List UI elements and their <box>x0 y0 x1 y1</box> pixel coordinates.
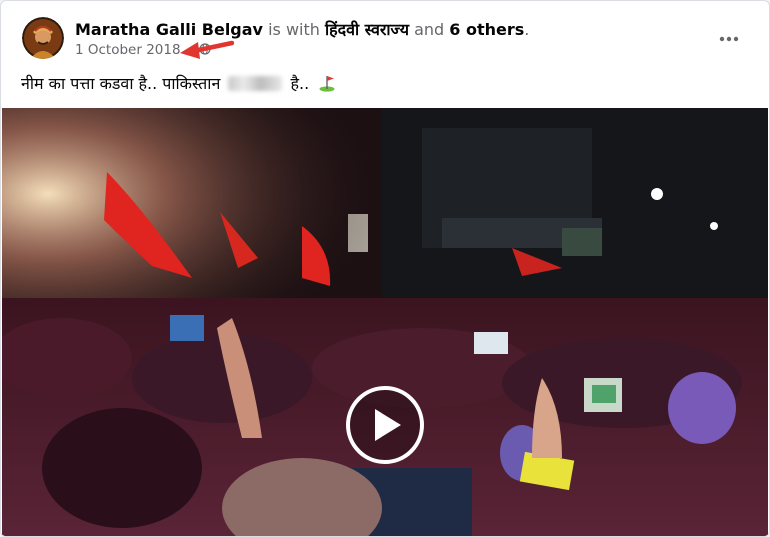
play-icon <box>346 386 424 464</box>
post-text-start: नीम का पत्ता कडवा है.. पाकिस्तान <box>21 74 221 93</box>
post-text: नीम का पत्ता कडवा है.. पाकिस्तान है.. <box>21 72 741 94</box>
post-header: Maratha Galli Belgav is with हिंदवी स्वर… <box>1 1 769 67</box>
video-thumbnail <box>2 108 768 536</box>
author-name[interactable]: Maratha Galli Belgav <box>75 20 263 39</box>
blurred-word <box>228 76 283 91</box>
play-button[interactable] <box>345 385 425 465</box>
video-player[interactable] <box>2 108 768 536</box>
golf-flag-icon <box>319 76 335 92</box>
post-header-line: Maratha Galli Belgav is with हिंदवी स्वर… <box>75 18 529 40</box>
and-text: and <box>414 20 445 39</box>
post-date[interactable]: 1 October 2018 <box>75 42 181 58</box>
post-card: Maratha Galli Belgav is with हिंदवी स्वर… <box>0 0 770 537</box>
warrior-portrait-avatar-icon <box>22 17 64 59</box>
red-arrow-icon <box>180 40 234 59</box>
post-text-end: है.. <box>290 74 310 93</box>
header-period: . <box>524 20 530 39</box>
more-options-button[interactable] <box>709 23 749 55</box>
others-link[interactable]: 6 others <box>449 20 524 39</box>
with-text: is with <box>268 20 320 39</box>
tagged-page-link[interactable]: हिंदवी स्वराज्य <box>325 20 409 39</box>
more-options-icon <box>719 36 739 42</box>
author-avatar[interactable] <box>22 17 64 59</box>
